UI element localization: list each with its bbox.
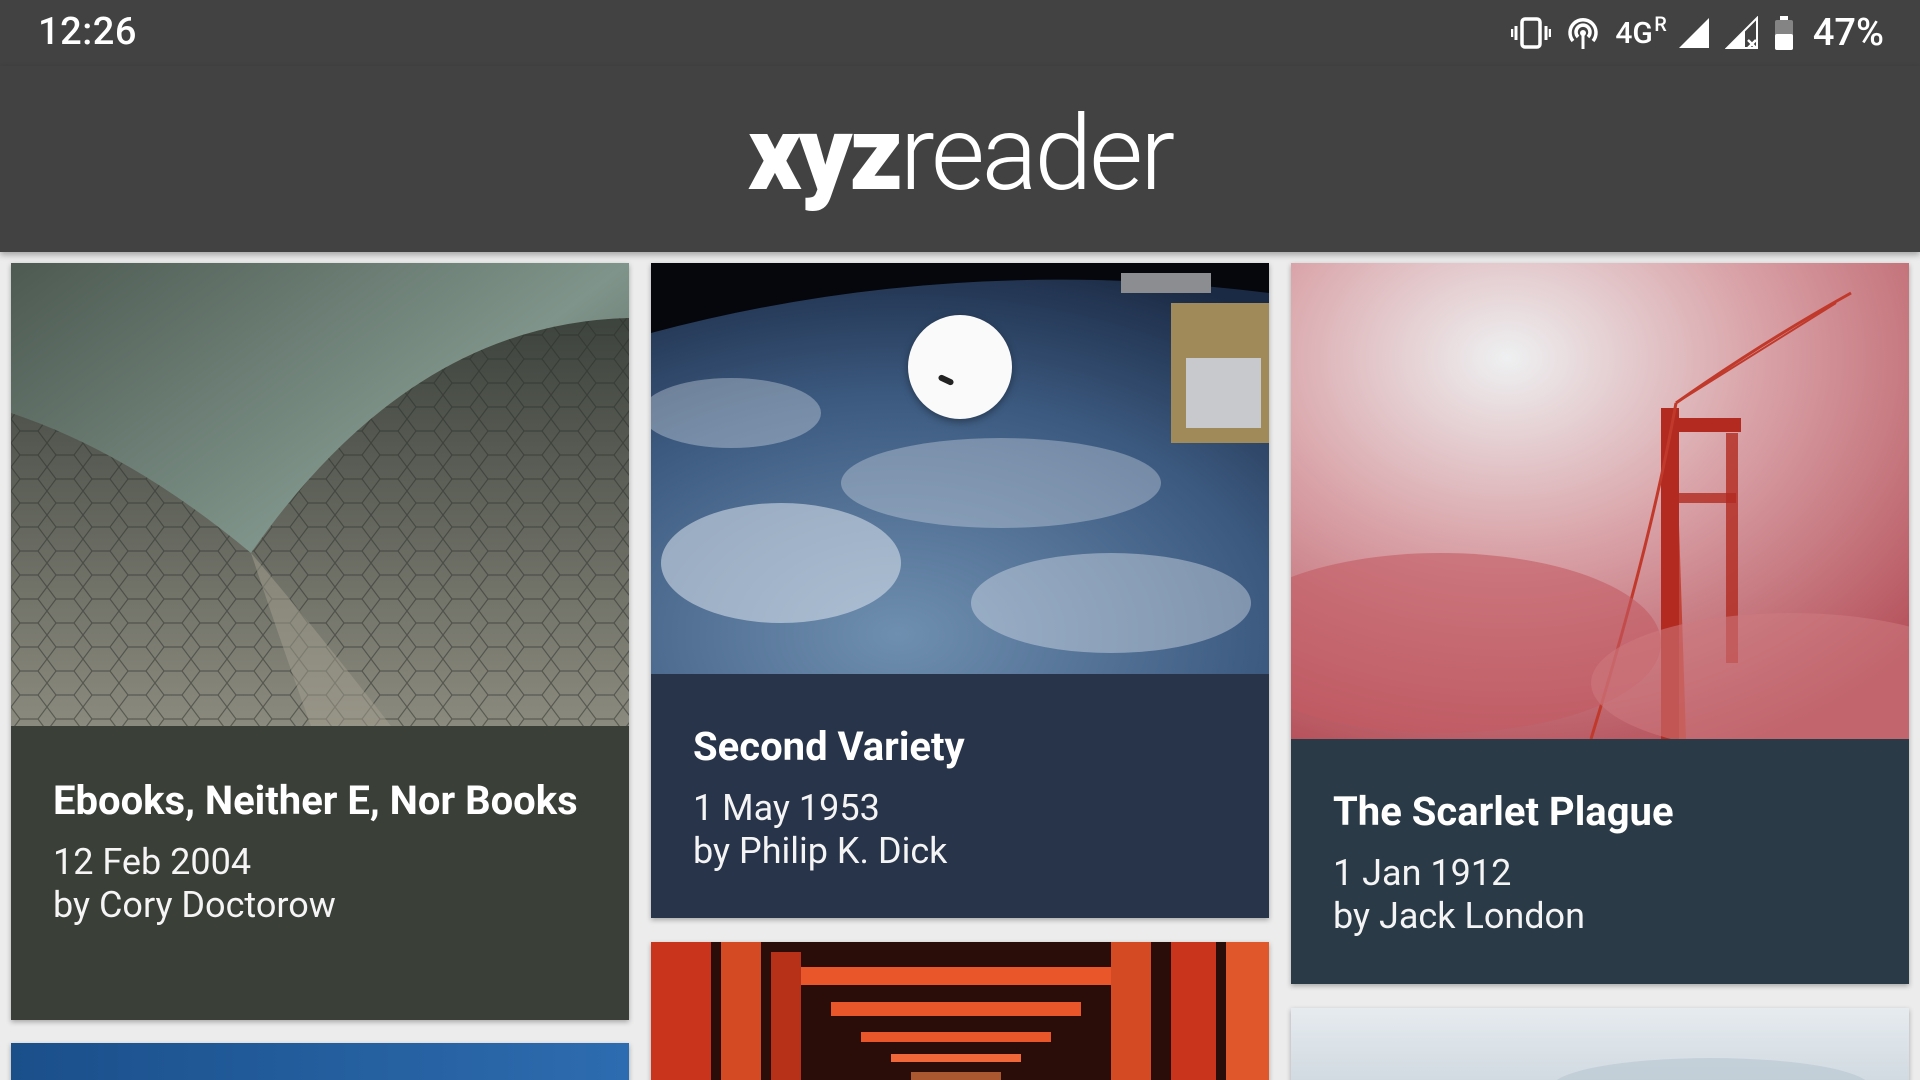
article-thumbnail <box>651 942 1269 1080</box>
vibrate-icon <box>1511 16 1552 50</box>
article-author: by Philip K. Dick <box>693 830 948 872</box>
article-title: Second Variety <box>693 723 965 770</box>
no-signal-icon <box>1724 16 1759 50</box>
article-meta: The Scarlet Plague 1 Jan 1912 by Jack Lo… <box>1291 739 1909 984</box>
article-card[interactable]: Ebooks, Neither E, Nor Books 12 Feb 2004… <box>11 263 629 1020</box>
article-card-partial[interactable] <box>651 942 1269 1080</box>
article-date: 12 Feb 2004 <box>53 841 252 883</box>
status-bar: 12:26 4G R 47% <box>0 0 1920 66</box>
signal-icon <box>1677 16 1711 50</box>
article-date: 1 May 1953 <box>693 787 880 829</box>
article-thumbnail <box>651 263 1269 674</box>
article-meta: Ebooks, Neither E, Nor Books 12 Feb 2004… <box>11 726 629 1020</box>
status-icons: 4G R 47% <box>1511 10 1884 56</box>
article-grid: Ebooks, Neither E, Nor Books 12 Feb 2004… <box>0 252 1920 1080</box>
article-thumbnail <box>1291 1008 1909 1080</box>
loading-spinner <box>908 315 1012 419</box>
status-time: 12:26 <box>38 10 137 54</box>
article-card[interactable]: Second Variety 1 May 1953 by Philip K. D… <box>651 263 1269 918</box>
article-meta: Second Variety 1 May 1953 by Philip K. D… <box>651 674 1269 918</box>
article-card-partial[interactable] <box>1291 1008 1909 1080</box>
article-date: 1 Jan 1912 <box>1333 852 1512 894</box>
article-title: The Scarlet Plague <box>1333 788 1674 835</box>
app-bar: xyzreader <box>0 66 1920 252</box>
article-author: by Cory Doctorow <box>53 884 336 926</box>
article-author: by Jack London <box>1333 895 1585 937</box>
article-thumbnail <box>1291 263 1909 739</box>
network-type: 4G R <box>1615 11 1667 51</box>
hotspot-icon <box>1565 15 1601 51</box>
article-title: Ebooks, Neither E, Nor Books <box>53 777 578 824</box>
article-thumbnail <box>11 1043 629 1080</box>
battery-percent: 47% <box>1812 11 1884 55</box>
article-card-partial[interactable] <box>11 1043 629 1080</box>
article-thumbnail <box>11 263 629 726</box>
article-card[interactable]: The Scarlet Plague 1 Jan 1912 by Jack Lo… <box>1291 263 1909 984</box>
app-logo: xyzreader <box>747 94 1175 215</box>
roaming-indicator: R <box>1654 11 1667 36</box>
battery-icon <box>1773 15 1795 51</box>
